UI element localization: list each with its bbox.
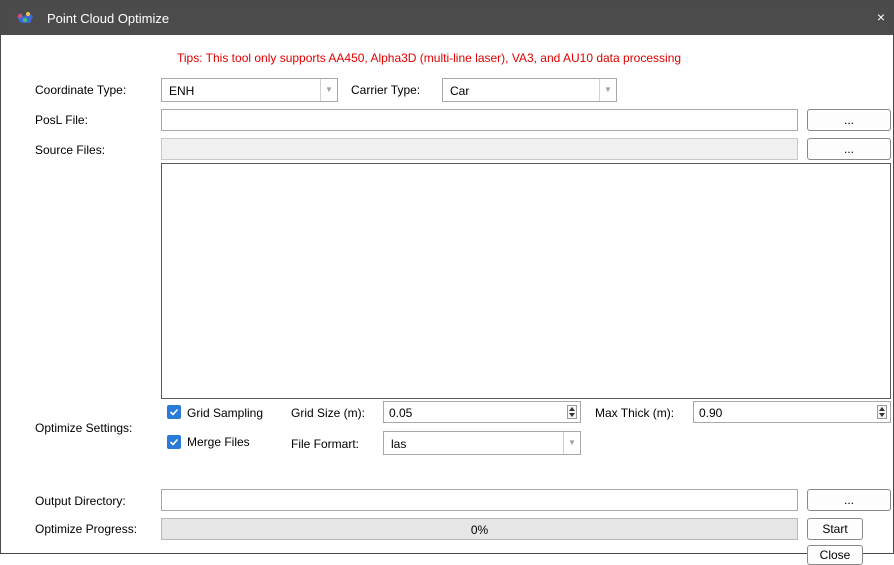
grid-size-label: Grid Size (m): — [291, 406, 366, 420]
source-files-list[interactable] — [161, 163, 891, 399]
output-browse-button[interactable]: ... — [807, 489, 891, 511]
checkmark-icon — [169, 408, 179, 416]
checkmark-icon — [169, 438, 179, 446]
progress-percent: 0% — [470, 523, 489, 537]
chevron-down-icon: ▼ — [320, 79, 337, 101]
grid-sampling-label[interactable]: Grid Sampling — [187, 406, 263, 420]
max-thick-value: 0.90 — [699, 406, 723, 420]
window-title: Point Cloud Optimize — [47, 11, 170, 26]
source-browse-button[interactable]: ... — [807, 138, 891, 160]
carrier-type-combo[interactable]: Car ▼ — [442, 78, 617, 102]
file-format-combo[interactable]: las ▼ — [383, 431, 581, 455]
output-directory-input[interactable] — [161, 489, 798, 511]
file-format-value: las — [391, 437, 407, 451]
close-button[interactable]: Close — [807, 545, 863, 565]
point-cloud-optimize-window: Point Cloud Optimize × Tips: This tool o… — [0, 0, 894, 565]
output-directory-label: Output Directory: — [35, 494, 126, 508]
posl-browse-button[interactable]: ... — [807, 109, 891, 131]
start-button[interactable]: Start — [807, 518, 863, 540]
posl-file-input[interactable] — [161, 109, 798, 131]
optimize-progress-bar: 0% — [161, 518, 798, 540]
posl-file-label: PosL File: — [35, 113, 88, 127]
carrier-type-label: Carrier Type: — [351, 83, 421, 97]
spin-arrows-icon[interactable] — [567, 405, 577, 419]
title-bar[interactable]: Point Cloud Optimize × — [1, 1, 893, 35]
source-files-input — [161, 138, 798, 160]
spin-arrows-icon[interactable] — [877, 405, 887, 419]
optimize-settings-label: Optimize Settings: — [35, 421, 133, 435]
grid-size-value: 0.05 — [389, 406, 413, 420]
carrier-type-value: Car — [450, 84, 470, 98]
merge-files-checkbox[interactable] — [167, 435, 181, 449]
grid-sampling-checkbox[interactable] — [167, 405, 181, 419]
max-thick-label: Max Thick (m): — [595, 406, 675, 420]
merge-files-label[interactable]: Merge Files — [187, 435, 250, 449]
file-format-label: File Formart: — [291, 437, 360, 451]
close-icon[interactable]: × — [873, 8, 889, 26]
coordinate-type-value: ENH — [169, 84, 195, 98]
chevron-down-icon: ▼ — [599, 79, 616, 101]
coordinate-type-combo[interactable]: ENH ▼ — [161, 78, 338, 102]
optimize-progress-label: Optimize Progress: — [35, 522, 138, 536]
grid-size-spinbox[interactable]: 0.05 — [383, 401, 581, 423]
max-thick-spinbox[interactable]: 0.90 — [693, 401, 891, 423]
coordinate-type-label: Coordinate Type: — [35, 83, 127, 97]
app-icon — [15, 10, 35, 26]
tips-text: Tips: This tool only supports AA450, Alp… — [177, 51, 682, 65]
chevron-down-icon: ▼ — [563, 432, 580, 454]
source-files-label: Source Files: — [35, 143, 106, 157]
